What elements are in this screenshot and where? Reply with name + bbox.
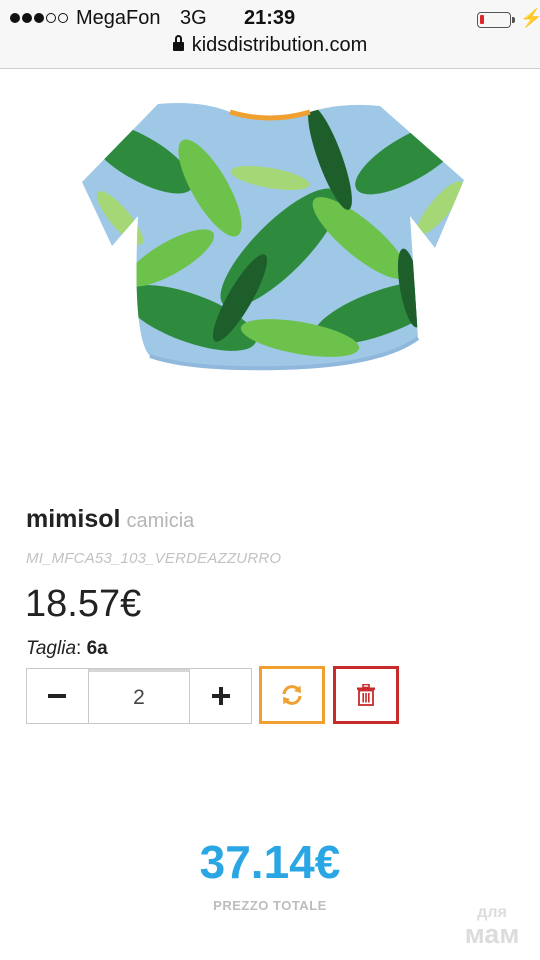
status-time: 21:39	[244, 7, 296, 29]
refresh-icon	[282, 685, 302, 705]
product-image[interactable]	[80, 98, 466, 374]
watermark-logo: для мам	[452, 905, 532, 948]
address-url: kidsdistribution.com	[191, 34, 368, 56]
update-cart-button[interactable]	[259, 666, 325, 724]
trash-icon	[357, 684, 375, 706]
size-label: Taglia	[26, 638, 77, 659]
status-bar: MegaFon 3G 21:39 ⚡	[0, 4, 540, 32]
battery-icon	[477, 12, 515, 28]
plus-icon	[212, 687, 230, 705]
product-title: mimisol camicia	[26, 505, 194, 534]
minus-icon	[48, 694, 66, 698]
quantity-input[interactable]	[88, 669, 190, 723]
product-price: 18.57€	[25, 583, 142, 625]
browser-top-bar: MegaFon 3G 21:39 ⚡ kidsdistribution.com	[0, 0, 540, 69]
decrease-quantity-button[interactable]	[27, 669, 87, 723]
product-category: camicia	[126, 510, 195, 532]
carrier-name: MegaFon	[76, 7, 161, 29]
lock-icon	[172, 35, 184, 51]
remove-item-button[interactable]	[333, 666, 399, 724]
size-separator: :	[76, 638, 87, 659]
product-sku: MI_MFCA53_103_VERDEAZZURRO	[26, 550, 282, 567]
network-type: 3G	[180, 7, 207, 29]
watermark-line-2: мам	[464, 919, 520, 949]
increase-quantity-button[interactable]	[191, 669, 251, 723]
charging-bolt-icon: ⚡	[520, 8, 540, 28]
address-bar[interactable]: kidsdistribution.com	[0, 34, 540, 60]
size-value: 6a	[86, 638, 108, 659]
product-brand[interactable]: mimisol	[26, 505, 120, 533]
product-size: Taglia: 6a	[26, 638, 108, 660]
quantity-stepper	[26, 668, 252, 724]
total-price: 37.14€	[199, 836, 341, 888]
signal-strength-icon	[10, 13, 68, 23]
